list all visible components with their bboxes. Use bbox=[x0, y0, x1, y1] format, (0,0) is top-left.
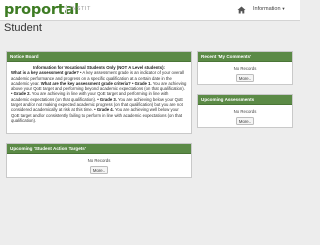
upcoming-targets-panel: Upcoming 'Student Action Targets' No Rec… bbox=[6, 143, 192, 178]
notice-board-panel: Notice Board Information for Vocational … bbox=[6, 51, 192, 134]
page-header bbox=[0, 20, 300, 40]
information-menu-label: Information bbox=[253, 6, 281, 12]
grade-4-label: • Grade 4. bbox=[94, 107, 114, 113]
institution-name: INSTIT bbox=[66, 5, 91, 14]
page-title: Student bbox=[4, 22, 42, 34]
home-icon bbox=[237, 6, 246, 14]
upcoming-assessments-header: Upcoming Assessments bbox=[198, 95, 292, 105]
no-records-text: No Records bbox=[233, 66, 257, 71]
recent-comments-more-button[interactable]: More.. bbox=[236, 74, 254, 82]
upcoming-targets-body: No Records More.. bbox=[7, 154, 191, 177]
recent-comments-header: Recent 'My Comments' bbox=[198, 52, 292, 62]
grade-3-label: • Grade 3. bbox=[97, 96, 117, 102]
no-records-text: No Records bbox=[233, 109, 257, 114]
notice-board-body: Information for Vocational Students Only… bbox=[7, 62, 191, 126]
grade-1-label: • Grade 1. bbox=[130, 80, 152, 86]
upcoming-targets-more-button[interactable]: More.. bbox=[90, 166, 108, 174]
upcoming-assessments-body: No Records More.. bbox=[198, 105, 292, 128]
home-button[interactable] bbox=[235, 0, 249, 20]
no-records-text: No Records bbox=[87, 158, 111, 163]
notice-question-2: What are the key assessment grade criter… bbox=[40, 80, 131, 86]
upcoming-targets-header: Upcoming 'Student Action Targets' bbox=[7, 144, 191, 154]
recent-comments-body: No Records More.. bbox=[198, 62, 292, 85]
recent-comments-panel: Recent 'My Comments' No Records More.. bbox=[197, 51, 293, 85]
notice-question-1: What is a key assessment grade? bbox=[11, 70, 79, 76]
top-bar: proportal INSTIT Information▼ bbox=[0, 0, 300, 20]
upcoming-assessments-more-button[interactable]: More.. bbox=[236, 117, 254, 125]
notice-board-header: Notice Board bbox=[7, 52, 191, 62]
information-menu[interactable]: Information▼ bbox=[253, 6, 285, 12]
chevron-down-icon: ▼ bbox=[281, 6, 286, 11]
upcoming-assessments-panel: Upcoming Assessments No Records More.. bbox=[197, 94, 293, 128]
grade-2-label: • Grade 2. bbox=[11, 91, 31, 97]
